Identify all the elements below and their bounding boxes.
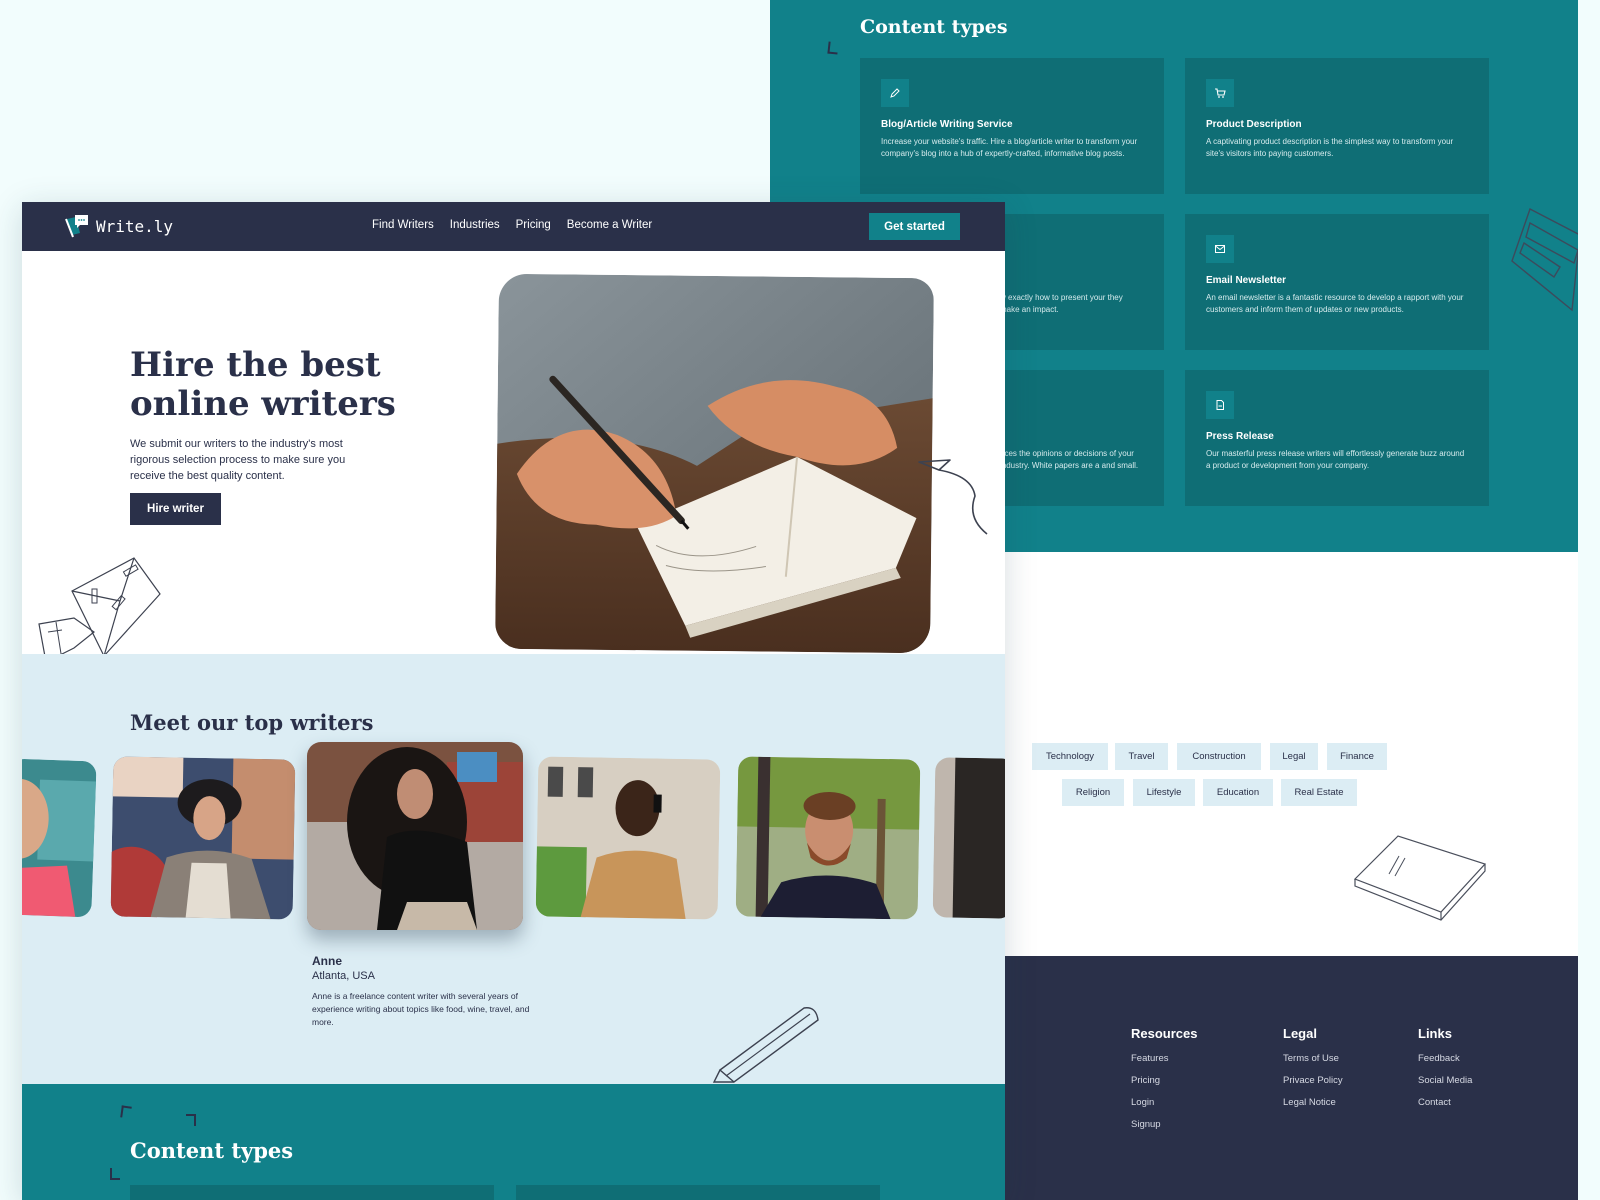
top-writers-section: Meet our top writers Anne Atlanta, USA A… — [22, 654, 1005, 1084]
content-type-card[interactable] — [516, 1185, 880, 1200]
footer-column-title: Legal — [1283, 1026, 1317, 1041]
arrow-doodle-icon — [918, 459, 988, 535]
writer-bio: Anne is a freelance content writer with … — [312, 991, 530, 1027]
industry-tag[interactable]: Technology — [1032, 743, 1108, 770]
hero-title: Hire the best online writers — [130, 345, 396, 424]
writer-card[interactable] — [735, 756, 921, 920]
hero-image — [495, 273, 934, 654]
writer-photo — [535, 756, 721, 920]
card-title: Email Newsletter — [1206, 275, 1287, 286]
nav-link-find-writers[interactable]: Find Writers — [372, 219, 434, 231]
logo-icon — [65, 215, 88, 238]
footer-column-title: Links — [1418, 1026, 1452, 1041]
main-page-preview: Write.ly Find Writers Industries Pricing… — [22, 202, 1005, 1200]
industry-tag[interactable]: Religion — [1062, 779, 1124, 806]
writer-photo — [307, 742, 523, 930]
hero-section: Hire the best online writers We submit o… — [22, 251, 1005, 663]
writer-photo — [735, 756, 921, 920]
nav-link-industries[interactable]: Industries — [450, 219, 500, 231]
industry-tag[interactable]: Lifestyle — [1133, 779, 1195, 806]
footer-column-legal: Legal Terms of Use Privace Policy Legal … — [1283, 1026, 1343, 1119]
nav-links: Find Writers Industries Pricing Become a… — [372, 219, 652, 231]
industry-tag[interactable]: Real Estate — [1281, 779, 1357, 806]
industry-tag[interactable]: Travel — [1115, 743, 1168, 770]
writing-photo — [495, 273, 934, 654]
bracket-decoration — [120, 1105, 132, 1119]
card-title: Product Description — [1206, 119, 1302, 130]
section-title: Content types — [130, 1138, 294, 1163]
card-title: Blog/Article Writing Service — [881, 119, 1013, 130]
writer-photo — [22, 758, 97, 918]
top-navbar: Write.ly Find Writers Industries Pricing… — [22, 202, 1005, 251]
footer-column-title: Resources — [1131, 1026, 1198, 1041]
industry-tag[interactable]: Finance — [1327, 743, 1387, 770]
footer-link[interactable]: Social Media — [1418, 1075, 1472, 1086]
brand-logo[interactable]: Write.ly — [64, 213, 173, 239]
content-type-card[interactable]: Product Description A captivating produc… — [1185, 58, 1489, 194]
footer-column-links: Links Feedback Social Media Contact — [1418, 1026, 1472, 1119]
book-doodle-icon — [1353, 835, 1487, 921]
bracket-decoration — [110, 1168, 120, 1180]
writer-name: Anne — [312, 954, 342, 968]
footer-link[interactable]: Contact — [1418, 1097, 1472, 1108]
nav-link-pricing[interactable]: Pricing — [516, 219, 551, 231]
footer-link[interactable]: Signup — [1131, 1119, 1197, 1130]
footer-link[interactable]: Login — [1131, 1097, 1197, 1108]
document-icon — [1206, 391, 1234, 419]
card-description: Increase your website's traffic. Hire a … — [881, 137, 1138, 158]
cart-icon — [1206, 79, 1234, 107]
industry-tag[interactable]: Legal — [1270, 743, 1318, 770]
writer-card[interactable] — [932, 757, 1005, 919]
bracket-decoration — [186, 1114, 196, 1126]
footer-link[interactable]: Privace Policy — [1283, 1075, 1343, 1086]
writer-card[interactable] — [110, 756, 296, 920]
note-doodle-icon — [1511, 208, 1578, 312]
content-type-card[interactable]: Blog/Article Writing Service Increase yo… — [860, 58, 1164, 194]
footer-column-resources: Resources Features Pricing Login Signup — [1131, 1026, 1197, 1141]
content-type-card[interactable]: Email Newsletter An email newsletter is … — [1185, 214, 1489, 350]
hire-writer-button[interactable]: Hire writer — [130, 493, 221, 525]
industry-tag[interactable]: Construction — [1177, 743, 1261, 770]
writer-location: Atlanta, USA — [312, 970, 375, 982]
card-description: An email newsletter is a fantastic resou… — [1206, 293, 1464, 314]
footer-link[interactable]: Terms of Use — [1283, 1053, 1343, 1064]
pencil-icon — [881, 79, 909, 107]
writer-photo — [932, 757, 1005, 919]
footer-link[interactable]: Features — [1131, 1053, 1197, 1064]
section-title: Content types — [860, 16, 1008, 38]
nav-link-become-writer[interactable]: Become a Writer — [567, 219, 652, 231]
writer-photo — [110, 756, 296, 920]
writer-card[interactable] — [22, 758, 97, 918]
brand-name: Write.ly — [96, 216, 174, 236]
card-description: w exactly how to present your they make … — [1000, 293, 1123, 314]
section-title: Meet our top writers — [130, 710, 374, 735]
card-description: Our masterful press release writers will… — [1206, 449, 1465, 470]
industry-tag[interactable]: Education — [1203, 779, 1273, 806]
writer-card[interactable] — [535, 756, 721, 920]
hero-subtitle: We submit our writers to the industry's … — [130, 438, 346, 482]
card-title: Press Release — [1206, 431, 1274, 442]
pencil-doodle-icon — [712, 1007, 819, 1083]
content-types-section: Content types — [22, 1084, 1005, 1200]
card-description: A captivating product description is the… — [1206, 137, 1454, 158]
content-type-card[interactable] — [130, 1185, 494, 1200]
get-started-button[interactable]: Get started — [869, 213, 960, 240]
writer-card-featured[interactable] — [307, 742, 523, 930]
footer-link[interactable]: Legal Notice — [1283, 1097, 1343, 1108]
bracket-decoration — [827, 41, 839, 55]
card-description: nces the opinions or decisions of your i… — [1000, 449, 1139, 470]
mail-icon — [1206, 235, 1234, 263]
content-type-card[interactable]: Press Release Our masterful press releas… — [1185, 370, 1489, 506]
footer-link[interactable]: Pricing — [1131, 1075, 1197, 1086]
footer-link[interactable]: Feedback — [1418, 1053, 1472, 1064]
